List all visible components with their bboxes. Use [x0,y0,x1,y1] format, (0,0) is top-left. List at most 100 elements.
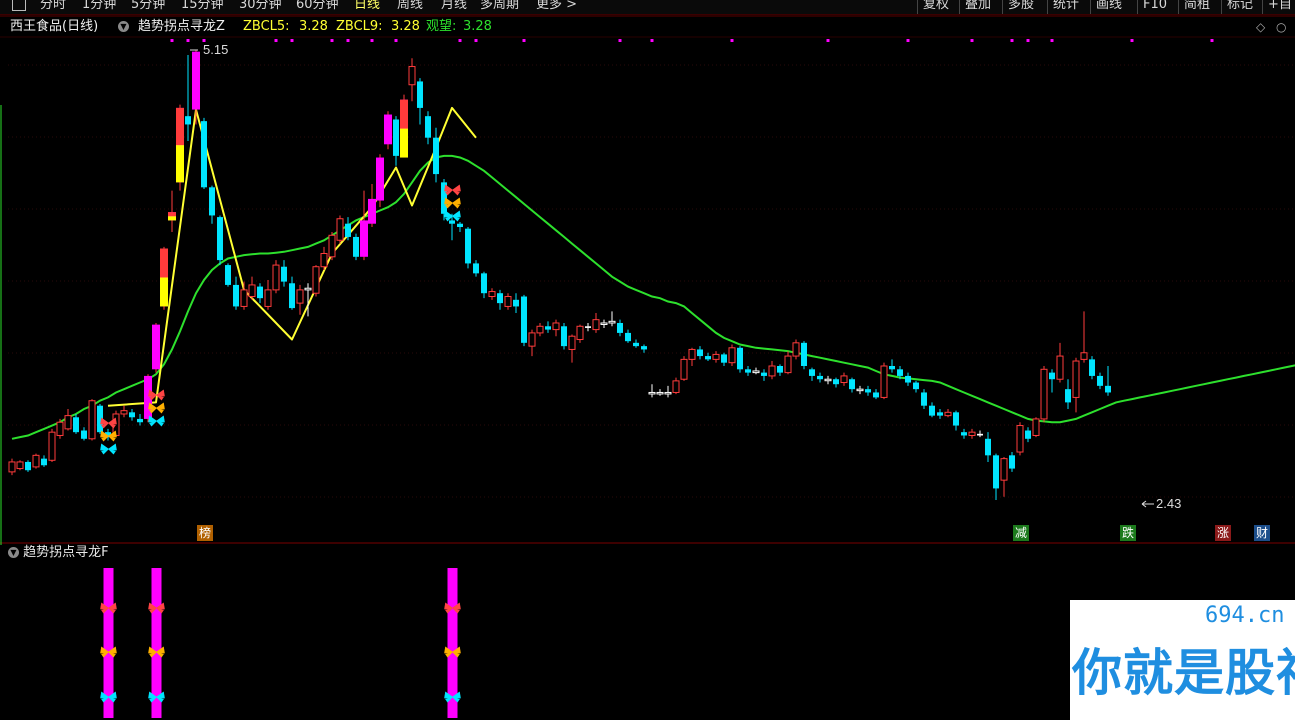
candle-body [521,296,527,343]
candle-body [137,418,143,423]
candle-body [1000,458,1008,481]
candle-body [289,283,295,309]
candle-body [672,380,680,393]
watermark-site: 694.cn [1205,603,1285,628]
candle-body [504,296,512,307]
candle-body [1105,385,1111,393]
signal-dot [474,39,478,42]
candle-body [192,51,200,110]
candle-body [368,198,376,224]
candle-body [81,430,87,439]
signal-dot [170,39,174,42]
candle-body [777,365,783,373]
candle-body [752,370,760,374]
candle-body [809,369,815,376]
candle-body [129,412,135,418]
event-marker-0[interactable]: 榜 [197,525,213,541]
candle-body [257,286,263,299]
high-price-label: 5.15 [203,42,228,57]
signal-dot [826,39,830,42]
signal-dot [970,39,974,42]
candle-body [968,431,976,436]
candle-body [185,116,191,125]
candle-body [897,369,903,376]
candle-body [961,432,967,436]
signal-dot [650,39,654,42]
candle-body [937,412,943,416]
sub-indicator-name[interactable]: 趋势拐点寻龙F [23,545,108,560]
signal-dot [394,39,398,42]
event-marker-4[interactable]: 财 [1254,525,1270,541]
signal-dot [330,39,334,42]
candle-body [25,461,31,471]
candle-body [457,223,463,228]
candle-body [353,236,359,257]
candle-body [1056,355,1064,380]
event-marker-2[interactable]: 跌 [1120,525,1136,541]
candle-body [160,248,168,278]
candle-body [168,216,176,221]
candle-body [688,348,696,360]
candle-body [585,326,591,328]
ma-line [11,154,1295,440]
candle-body [913,382,919,390]
candle-body [561,326,567,347]
candle-body [56,421,64,436]
butterfly-icon [100,417,117,429]
candle-body [209,187,215,216]
candle-body [497,293,503,304]
candle-body [481,273,487,294]
candle-body [656,391,664,395]
candle-body [889,365,895,370]
candle-body [345,223,351,237]
signal-dot [290,39,294,42]
candle-body [281,266,287,282]
candle-body [840,375,848,384]
candle-body [817,375,823,380]
candle-body [465,228,471,264]
candle-body [1097,375,1103,386]
signal-dot [1010,39,1014,42]
signal-dot [730,39,734,42]
candle-body [833,379,839,385]
butterfly-icon [100,443,117,455]
candle-body [400,128,408,158]
candle-body [400,99,408,129]
candle-body [488,291,496,298]
candle-body [625,332,631,342]
candle-body [768,365,776,377]
candle-body [592,319,600,331]
candle-body [1025,430,1031,439]
candle-body [633,342,639,347]
candle-body [784,355,792,374]
candle-body [513,299,519,307]
event-marker-3[interactable]: 涨 [1215,525,1231,541]
sub-indicator-toggle-icon[interactable]: ▼ [8,547,19,558]
candle-body [272,264,280,291]
candle-body [176,145,184,183]
event-marker-1[interactable]: 减 [1013,525,1029,541]
candle-body [408,66,416,86]
candle-body [880,365,888,398]
candle-body [160,277,168,307]
candle-body [64,415,72,430]
signal-dot [906,39,910,42]
low-price-label: 2.43 [1156,496,1181,511]
candle-body [953,412,959,426]
watermark-text: 你就是股神 [1072,644,1295,702]
signal-dot [618,39,622,42]
candle-body [384,114,392,145]
candle-body [977,433,983,436]
candle-body [233,284,239,307]
candle-body [745,369,751,373]
candle-body [16,461,24,470]
candle-body [328,234,336,258]
signal-dot [346,39,350,42]
low-arrow [1141,500,1154,508]
candle-body [473,263,479,274]
candle-body [664,391,672,395]
candle-body [1080,352,1088,360]
candle-body [88,400,96,440]
candle-body [48,431,56,461]
candle-body [201,121,207,188]
